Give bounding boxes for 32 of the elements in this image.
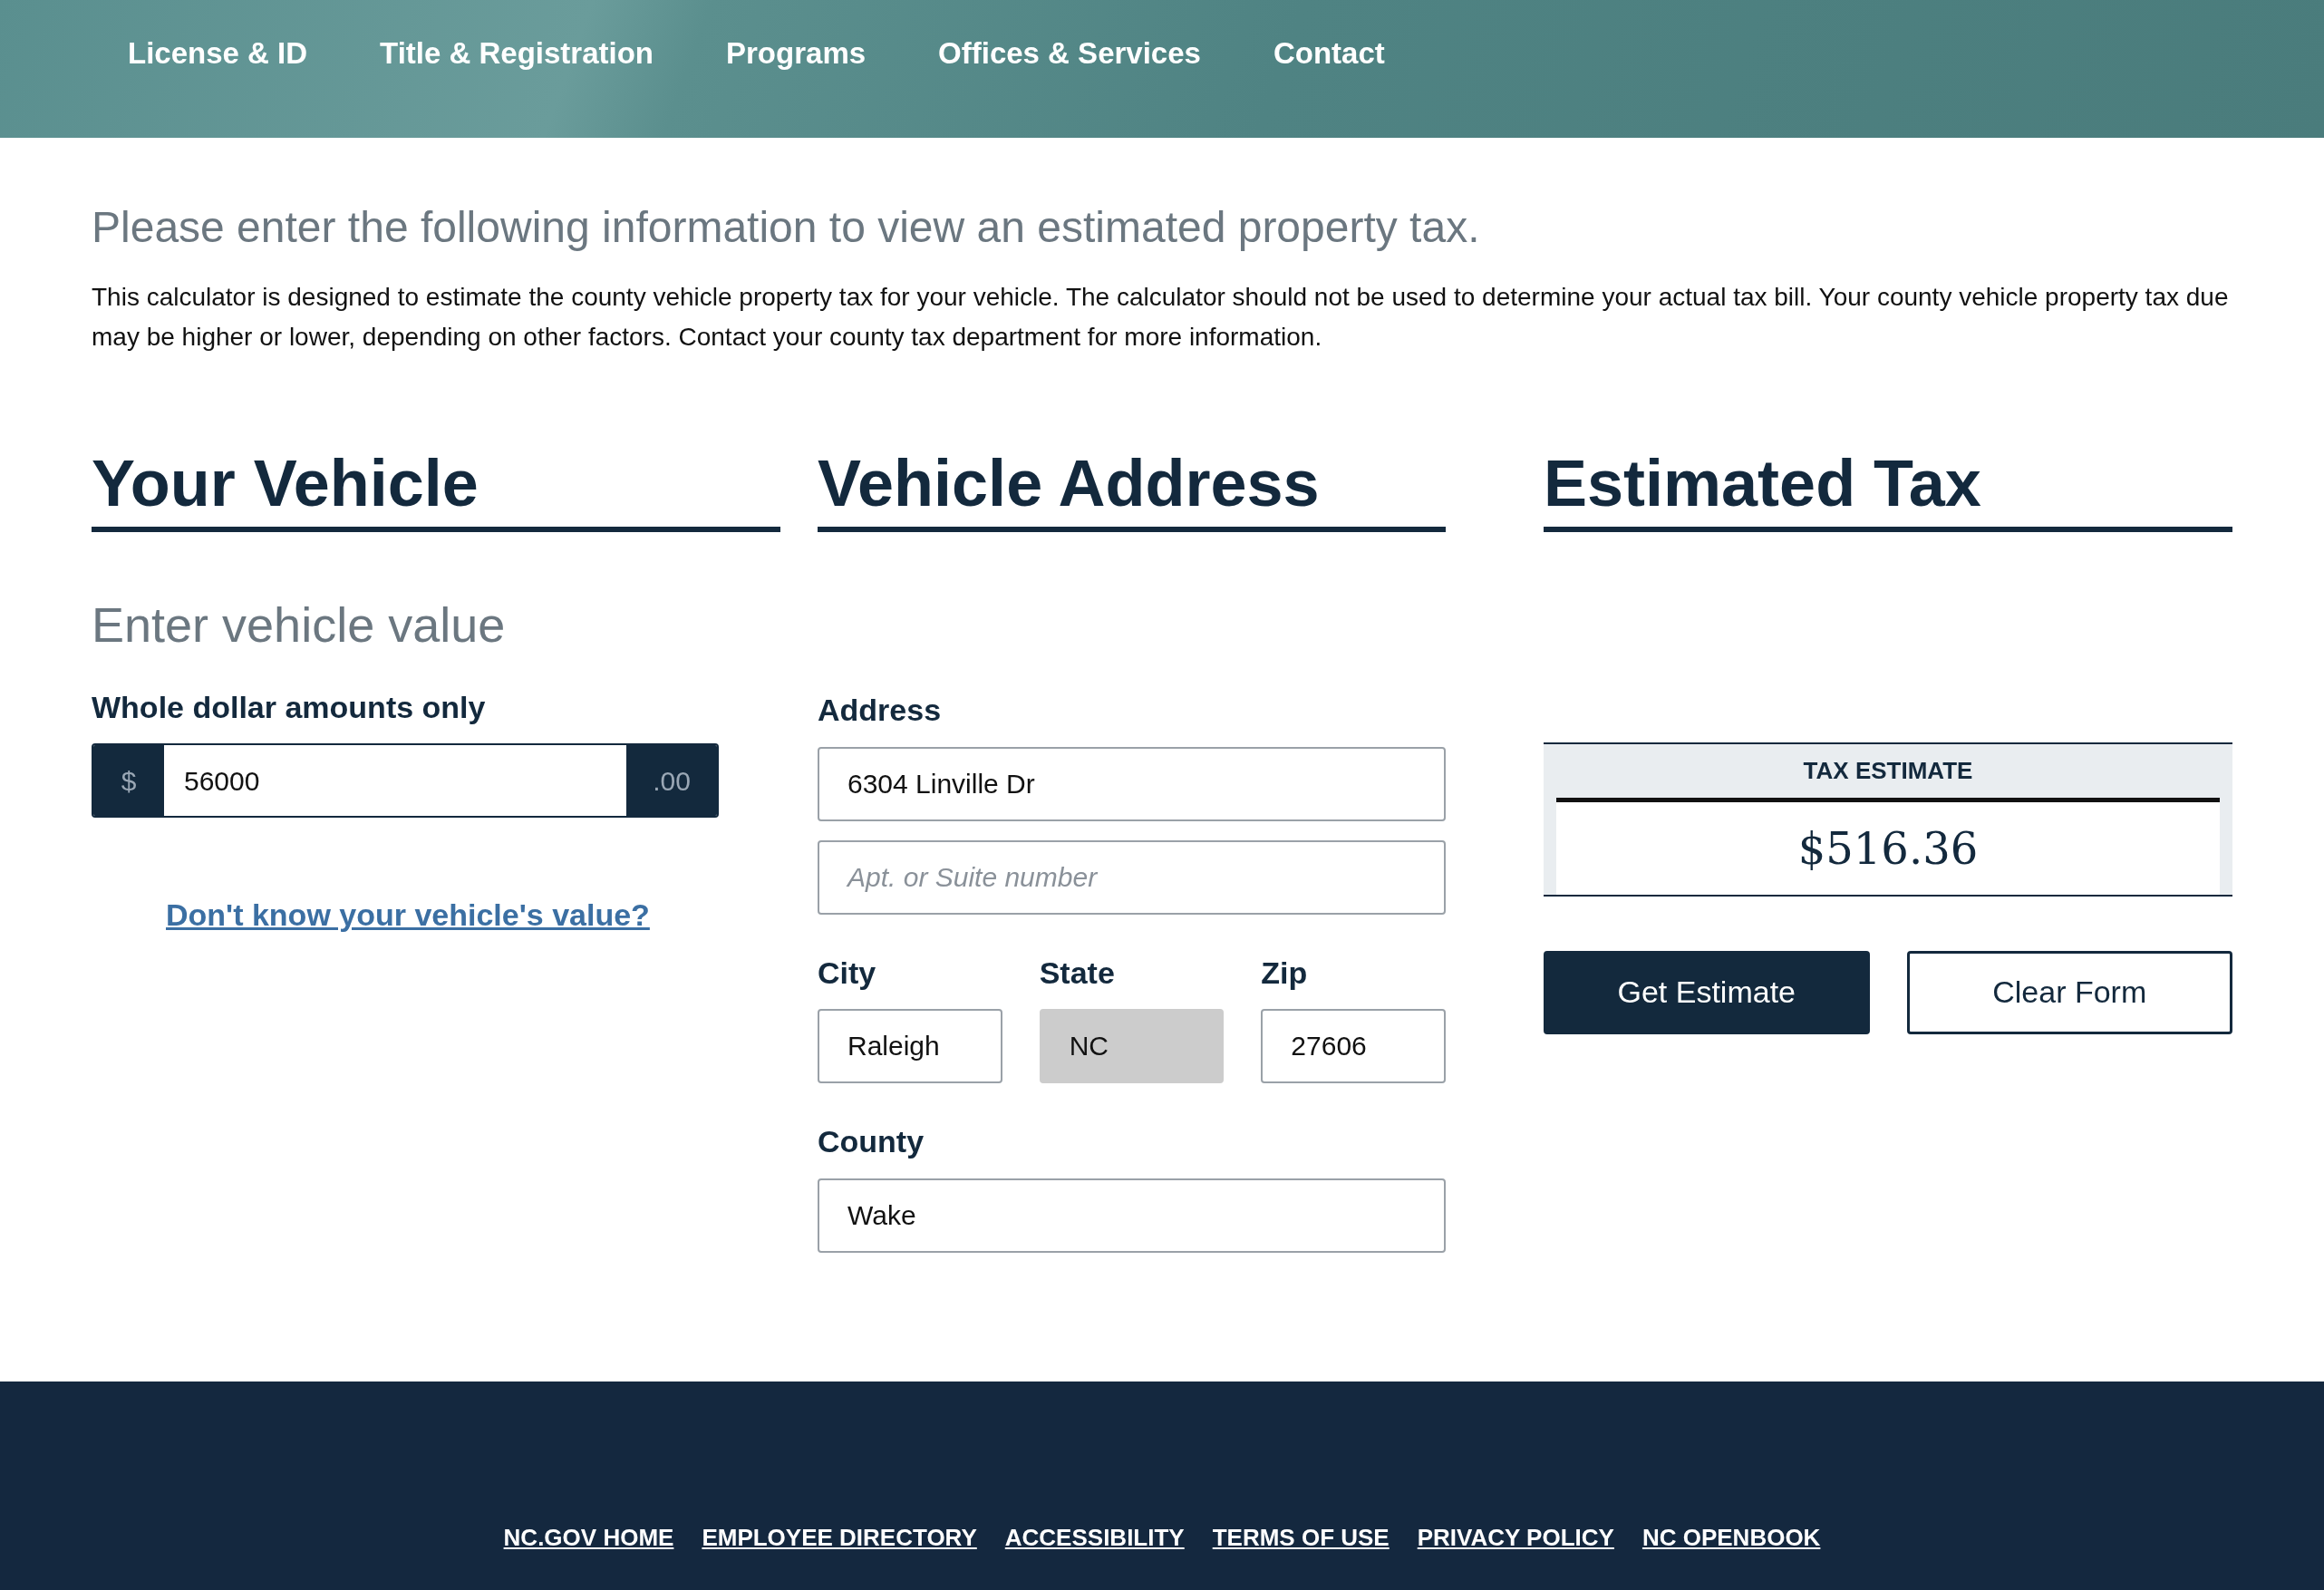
currency-input[interactable]: $ 56000 .00 (92, 743, 719, 819)
section-heading: Your Vehicle (92, 447, 479, 519)
footer-link[interactable]: EMPLOYEE DIRECTORY (702, 1520, 977, 1556)
field-label: Zip (1261, 954, 1309, 992)
currency-suffix: .00 (626, 745, 717, 817)
nav-link[interactable]: Contact (1273, 38, 1385, 68)
field-label: County (818, 1123, 925, 1161)
tax-amount: $516.36 (1556, 801, 2220, 895)
footer-link[interactable]: ACCESSIBILITY (1004, 1520, 1185, 1556)
section-heading: Estimated Tax (1544, 447, 1982, 519)
intro-paragraph: This calculator is designed to estimate the county vehicle property tax for your vehicle. The calculator should not be used to determine your actual tax bill. Your county vehicle property tax due may be higher or lower, depending on other factors. Contact your county tax department for more information. (92, 281, 2230, 353)
clear-form-button[interactable]: Clear Form (1906, 950, 2232, 1034)
footer-link[interactable]: PRIVACY POLICY (1417, 1520, 1614, 1556)
field-label: Whole dollar amounts only (92, 688, 487, 726)
footer-link[interactable]: NC.GOV HOME (503, 1520, 674, 1556)
field-label: City (818, 954, 877, 992)
input-field[interactable]: Wake (818, 1178, 1446, 1254)
field-label: Address (818, 691, 943, 729)
currency-prefix: $ (93, 745, 164, 817)
field-label: State (1039, 954, 1116, 992)
nav-link[interactable]: Offices & Services (938, 38, 1201, 68)
input-field[interactable]: 27606 (1261, 1009, 1446, 1084)
nav-link[interactable]: Programs (726, 38, 867, 68)
footer-link[interactable]: TERMS OF USE (1212, 1520, 1390, 1556)
get-estimate-button[interactable]: Get Estimate (1544, 950, 1870, 1034)
section-heading: Vehicle Address (818, 447, 1321, 519)
input-field[interactable]: 6304 Linville Dr (818, 746, 1446, 821)
input-field[interactable]: Raleigh (818, 1009, 1002, 1084)
footer-link[interactable]: NC OPENBOOK (1641, 1520, 1821, 1556)
page-heading: Please enter the following information to view an estimated property tax. (92, 202, 1481, 253)
subheading: Enter vehicle value (92, 596, 507, 654)
help-link[interactable]: Don't know your vehicle's value? (166, 892, 650, 939)
